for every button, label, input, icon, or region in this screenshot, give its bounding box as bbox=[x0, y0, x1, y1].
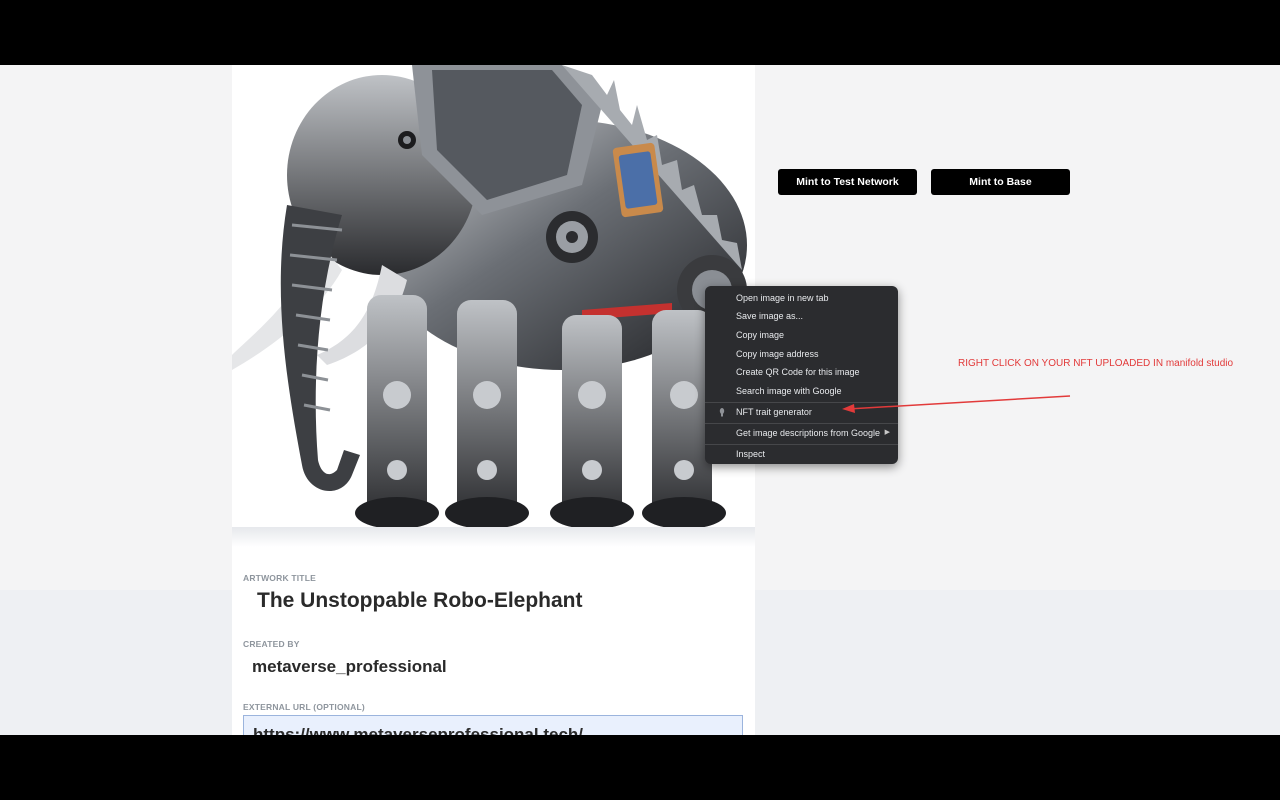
menu-item-inspect[interactable]: Inspect bbox=[705, 445, 898, 463]
letterbox-top bbox=[0, 0, 1280, 65]
menu-item-label: Copy image address bbox=[736, 349, 819, 359]
created-by-label: CREATED BY bbox=[243, 639, 300, 649]
extension-icon bbox=[719, 408, 725, 417]
artwork-title-label: ARTWORK TITLE bbox=[243, 573, 316, 583]
annotation-text: RIGHT CLICK ON YOUR NFT UPLOADED IN mani… bbox=[958, 358, 1234, 369]
menu-item-label: Search image with Google bbox=[736, 386, 842, 396]
menu-item-create-qr-code[interactable]: Create QR Code for this image bbox=[705, 363, 898, 381]
mint-to-base-button[interactable]: Mint to Base bbox=[931, 169, 1070, 195]
image-shadow bbox=[232, 527, 755, 547]
menu-item-save-image-as[interactable]: Save image as... bbox=[705, 307, 898, 325]
mint-to-test-network-button[interactable]: Mint to Test Network bbox=[778, 169, 917, 195]
menu-item-open-image-new-tab[interactable]: Open image in new tab bbox=[705, 289, 898, 307]
menu-item-label: Create QR Code for this image bbox=[736, 367, 860, 377]
nft-card: ARTWORK TITLE The Unstoppable Robo-Eleph… bbox=[232, 65, 755, 735]
menu-item-label: NFT trait generator bbox=[736, 407, 812, 417]
menu-item-label: Get image descriptions from Google bbox=[736, 428, 881, 438]
menu-item-label: Copy image bbox=[736, 330, 785, 340]
menu-item-label: Save image as... bbox=[736, 311, 804, 321]
external-url-input[interactable] bbox=[243, 715, 743, 735]
page: ARTWORK TITLE The Unstoppable Robo-Eleph… bbox=[0, 65, 1280, 735]
letterbox-bottom bbox=[0, 735, 1280, 800]
menu-item-copy-image[interactable]: Copy image bbox=[705, 326, 898, 344]
menu-item-label: Open image in new tab bbox=[736, 293, 829, 303]
robo-elephant-illustration bbox=[232, 65, 747, 529]
nft-image[interactable] bbox=[232, 65, 755, 535]
artwork-title-value[interactable]: The Unstoppable Robo-Elephant bbox=[257, 589, 583, 613]
context-menu: Open image in new tab Save image as... C… bbox=[705, 286, 898, 464]
annotation-arrow-icon bbox=[842, 395, 1071, 413]
created-by-value[interactable]: metaverse_professional bbox=[252, 657, 447, 677]
submenu-arrow-icon: ▶ bbox=[884, 429, 890, 436]
menu-item-get-image-descriptions[interactable]: Get image descriptions from Google ▶ bbox=[705, 424, 898, 442]
menu-item-label: Inspect bbox=[736, 449, 766, 459]
menu-item-copy-image-address[interactable]: Copy image address bbox=[705, 345, 898, 363]
external-url-label: EXTERNAL URL (OPTIONAL) bbox=[243, 702, 365, 712]
